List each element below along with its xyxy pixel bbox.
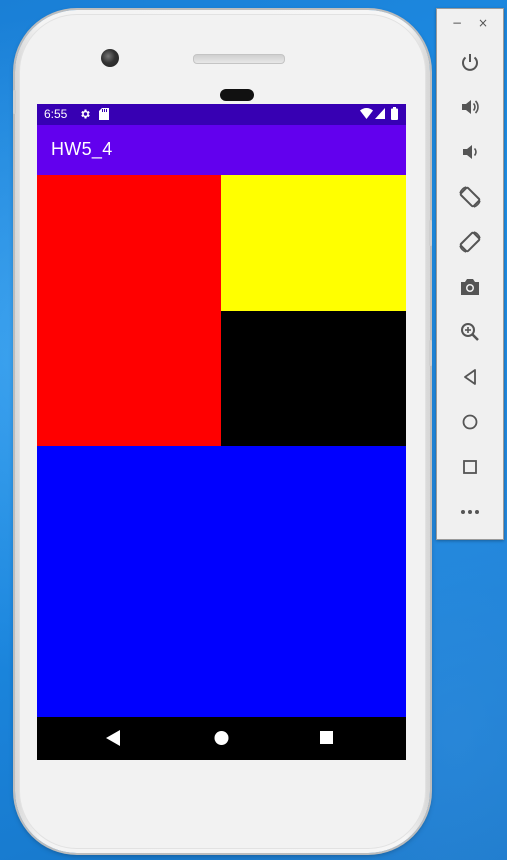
back-icon[interactable] — [106, 730, 120, 746]
more-icon — [461, 510, 479, 514]
home-icon[interactable] — [214, 730, 229, 746]
power-icon — [462, 54, 478, 71]
app-title: HW5_4 — [51, 139, 113, 159]
front-camera — [101, 49, 119, 67]
volume-down-icon — [463, 145, 477, 159]
home-button[interactable] — [457, 409, 483, 435]
battery-icon — [391, 107, 398, 120]
rotate-right-button[interactable] — [457, 229, 483, 255]
side-button — [429, 220, 432, 246]
recents-icon[interactable] — [320, 731, 333, 744]
zoom-icon — [461, 323, 479, 341]
rotate-left-button[interactable] — [457, 184, 483, 210]
volume-down-button[interactable] — [457, 139, 483, 165]
status-time: 6:55 — [44, 107, 68, 121]
back-icon — [464, 369, 476, 385]
wifi-icon — [360, 108, 373, 119]
rotate-right-icon — [459, 231, 481, 253]
side-button — [429, 340, 432, 366]
earpiece-speaker — [193, 54, 285, 64]
emulator-tool-panel: − × — [436, 8, 504, 540]
signal-icon — [375, 108, 385, 119]
settings-icon — [81, 109, 90, 119]
rotate-left-icon — [459, 186, 481, 208]
minimize-button[interactable]: − — [452, 17, 462, 29]
status-bar: 6:55 — [37, 104, 406, 125]
power-button[interactable] — [457, 49, 483, 75]
black-view — [221, 311, 406, 446]
navigation-bar — [37, 717, 406, 760]
back-button[interactable] — [457, 364, 483, 390]
device-screen: 6:55 HW5_4 — [37, 104, 406, 760]
overview-button[interactable] — [457, 454, 483, 480]
panel-titlebar: − × — [437, 9, 503, 43]
red-view — [37, 175, 221, 446]
app-toolbar: HW5_4 — [37, 125, 406, 175]
volume-up-icon — [462, 100, 479, 114]
zoom-button[interactable] — [457, 319, 483, 345]
more-button[interactable] — [457, 499, 483, 525]
proximity-sensor — [220, 89, 254, 101]
volume-up-button[interactable] — [457, 94, 483, 120]
blue-view — [37, 446, 406, 717]
sd-card-icon — [99, 108, 109, 120]
home-icon — [462, 414, 478, 430]
side-button — [13, 90, 16, 114]
overview-icon — [463, 460, 477, 474]
close-button[interactable]: × — [478, 17, 488, 29]
screenshot-button[interactable] — [457, 274, 483, 300]
camera-icon — [461, 279, 479, 295]
yellow-view — [221, 175, 406, 311]
